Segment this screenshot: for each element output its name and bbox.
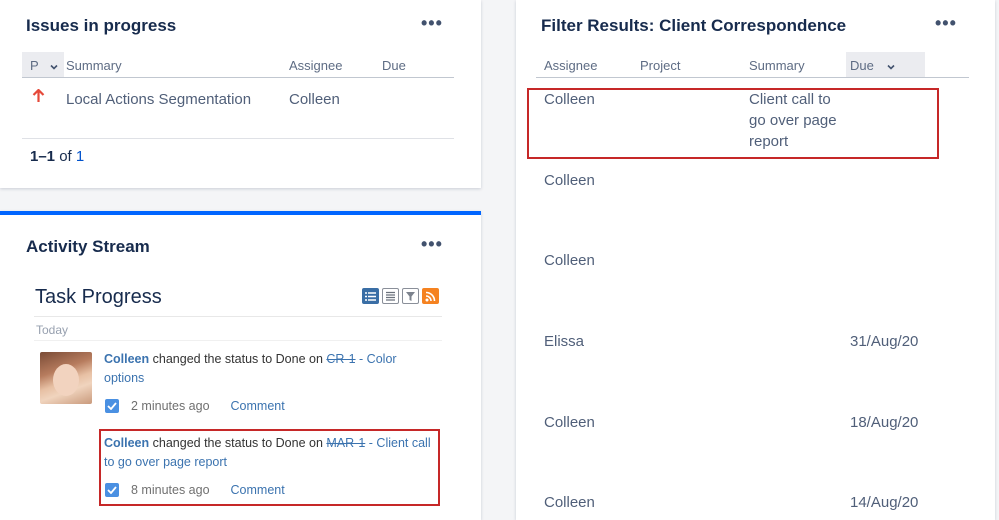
pagination: 1–1 of 1 [30, 148, 84, 165]
divider [34, 316, 442, 317]
gadget-title: Filter Results: Client Correspondence [541, 16, 847, 35]
summary-cell[interactable]: Local Actions Segmentation [66, 91, 251, 108]
assignee-header[interactable]: Assignee [544, 58, 597, 73]
avatar[interactable] [40, 352, 92, 404]
activity-text: Colleen changed the status to Done on CR… [104, 350, 424, 388]
page-total-link[interactable]: 1 [76, 148, 84, 165]
gadget-title: Activity Stream [26, 237, 150, 256]
activity-action: changed the status to Done on [152, 352, 323, 366]
assignee-cell[interactable]: Colleen [544, 412, 595, 433]
assignee-cell[interactable]: Elissa [544, 331, 584, 352]
due-cell: 18/Aug/20 [850, 414, 919, 431]
stream-subtitle: Task Progress [35, 286, 162, 308]
due-header[interactable]: Due [850, 58, 874, 73]
due-header[interactable]: Due [382, 58, 406, 73]
divider [22, 138, 454, 139]
highlight-box [527, 88, 939, 159]
due-cell: 14/Aug/20 [850, 494, 919, 511]
assignee-cell[interactable]: Colleen [544, 492, 595, 513]
arrow-up-icon [32, 88, 45, 108]
activity-meta: 2 minutes ago Comment [105, 399, 285, 413]
timestamp[interactable]: 2 minutes ago [131, 399, 210, 413]
project-header[interactable]: Project [640, 58, 680, 73]
divider [22, 77, 454, 78]
summary-header[interactable]: Summary [66, 58, 122, 73]
full-view-icon[interactable] [382, 288, 399, 304]
due-cell: 31/Aug/20 [850, 333, 919, 350]
issues-in-progress-gadget: Issues in progress ••• P Summary Assigne… [0, 0, 481, 188]
task-checkbox-icon [105, 399, 119, 413]
priority-header[interactable]: P [30, 58, 39, 73]
list-view-icon[interactable] [362, 288, 379, 304]
more-options-icon[interactable]: ••• [421, 14, 443, 32]
page-range: 1–1 [30, 148, 56, 165]
divider [536, 77, 969, 78]
more-options-icon[interactable]: ••• [935, 14, 957, 32]
page-of: of [59, 148, 72, 165]
activity-stream-gadget: Activity Stream ••• Task Progress Today … [0, 211, 481, 520]
highlight-box [99, 429, 440, 506]
chevron-down-icon[interactable] [49, 59, 59, 77]
chevron-down-icon[interactable] [886, 59, 896, 77]
assignee-cell[interactable]: Colleen [289, 91, 340, 108]
gadget-title: Issues in progress [26, 16, 177, 35]
stream-toolbar [362, 288, 439, 304]
user-link[interactable]: Colleen [104, 352, 149, 366]
divider [34, 340, 442, 341]
assignee-cell[interactable]: Colleen [544, 250, 595, 271]
comment-link[interactable]: Comment [231, 399, 285, 413]
more-options-icon[interactable]: ••• [421, 235, 443, 253]
assignee-cell[interactable]: Colleen [544, 170, 595, 191]
date-group-label: Today [36, 323, 69, 337]
filter-icon[interactable] [402, 288, 419, 304]
summary-header[interactable]: Summary [749, 58, 805, 73]
filter-results-gadget: Filter Results: Client Correspondence ••… [516, 0, 995, 520]
rss-icon[interactable] [422, 288, 439, 304]
assignee-header[interactable]: Assignee [289, 58, 342, 73]
issue-key-link[interactable]: CR-1 [326, 352, 355, 366]
